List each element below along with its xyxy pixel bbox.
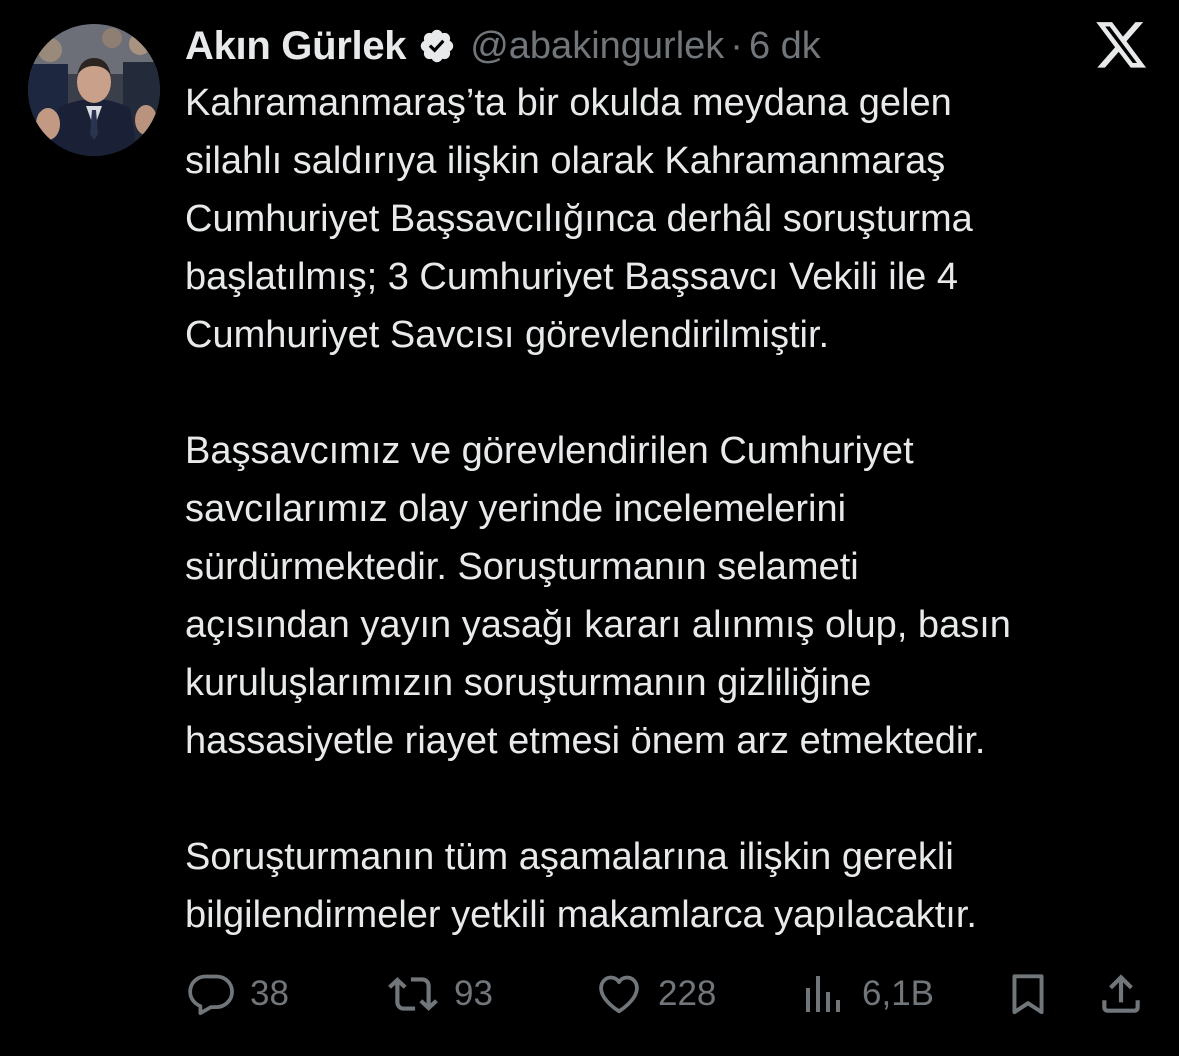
reply-count: 38 [250,974,289,1013]
tweet-header: Akın Gürlek @abakingurlek · 6 dk [185,22,821,70]
x-logo-icon[interactable] [1096,22,1148,70]
bookmark-button[interactable] [1003,966,1053,1022]
share-icon [1102,974,1140,1013]
display-name[interactable]: Akın Gürlek [185,24,407,69]
views-button[interactable]: 6,1B [800,966,934,1022]
reply-button[interactable]: 38 [186,966,289,1022]
verified-badge-icon [420,29,454,63]
tweet-timestamp[interactable]: 6 dk [749,25,821,68]
bookmark-icon [1012,974,1044,1015]
tweet-text: Kahramanmaraş’ta bir okulda meydana gele… [185,82,1011,936]
avatar-photo [28,24,160,156]
reply-icon [188,974,234,1016]
heart-icon [599,975,639,1014]
view-count: 6,1B [862,974,934,1013]
repost-icon [388,977,438,1011]
avatar[interactable] [28,24,160,156]
repost-button[interactable]: 93 [386,966,493,1022]
share-button[interactable] [1096,966,1146,1022]
tweet-action-bar: 38 93 228 6,1B [0,966,1179,1022]
like-button[interactable]: 228 [594,966,716,1022]
views-icon [806,976,840,1012]
meta-separator: · [730,24,743,67]
like-count: 228 [658,974,717,1013]
user-handle[interactable]: @abakingurlek [470,25,724,68]
repost-count: 93 [454,974,493,1013]
